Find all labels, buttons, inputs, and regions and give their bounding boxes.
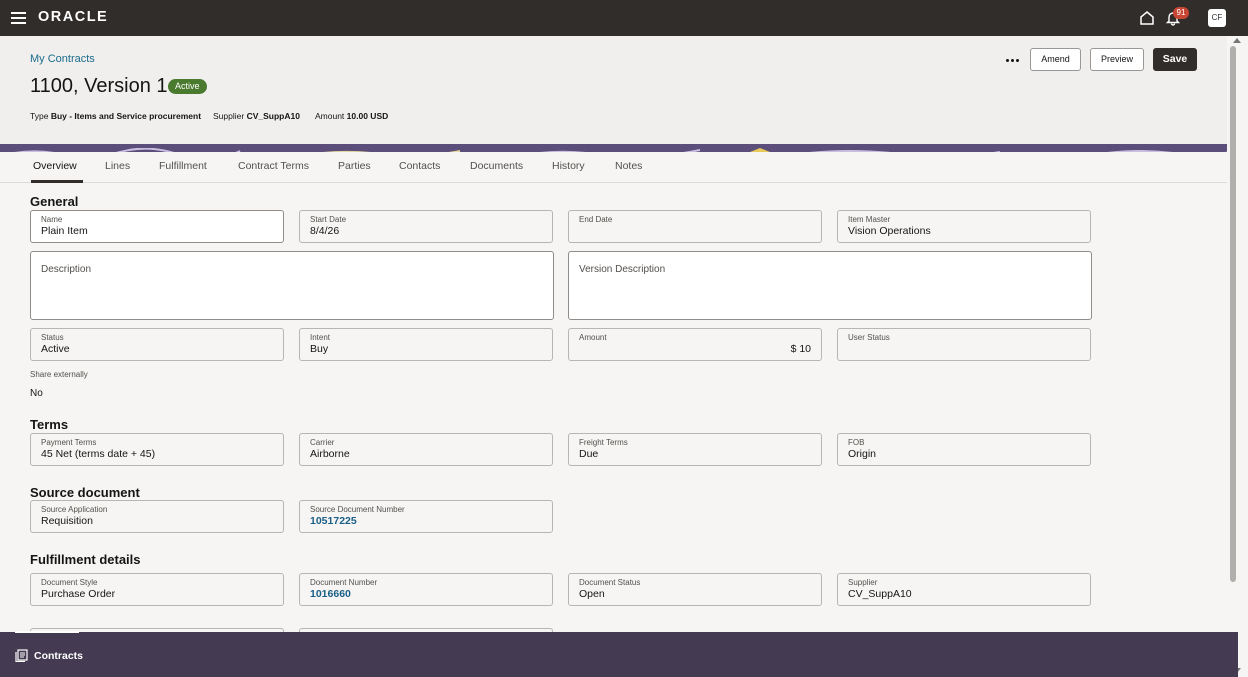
document-style-label: Document Style <box>41 578 98 587</box>
fob-field: FOB Origin <box>837 433 1091 466</box>
end-date-field: End Date <box>568 210 822 243</box>
name-label: Name <box>41 215 63 224</box>
fob-value: Origin <box>848 448 877 460</box>
description-label: Description <box>41 264 92 275</box>
status-value: Active <box>41 343 70 355</box>
tab-overview[interactable]: Overview <box>33 160 77 172</box>
breadcrumb-my-contracts[interactable]: My Contracts <box>30 53 95 65</box>
page-header: My Contracts 1100, Version 1 Active Type… <box>0 36 1227 144</box>
description-textarea[interactable]: Description <box>30 251 554 320</box>
status-label: Status <box>41 333 64 342</box>
start-date-field: Start Date 8/4/26 <box>299 210 553 243</box>
section-source-document-title: Source document <box>30 485 140 500</box>
freight-terms-field: Freight Terms Due <box>568 433 822 466</box>
save-button[interactable]: Save <box>1153 48 1197 71</box>
document-number-link[interactable]: 1016660 <box>310 588 351 600</box>
item-master-value: Vision Operations <box>848 225 931 237</box>
carrier-field: Carrier Airborne <box>299 433 553 466</box>
decorative-banner <box>0 144 1227 152</box>
amount-label: Amount <box>579 333 607 342</box>
intent-field: Intent Buy <box>299 328 553 361</box>
home-icon[interactable] <box>1139 10 1155 26</box>
payment-terms-field: Payment Terms 45 Net (terms date + 45) <box>30 433 284 466</box>
start-date-label: Start Date <box>310 215 347 224</box>
source-application-label: Source Application <box>41 505 108 514</box>
document-style-value: Purchase Order <box>41 588 116 600</box>
dock-tab-indicator <box>15 631 79 633</box>
payment-terms-value: 45 Net (terms date + 45) <box>41 448 156 460</box>
document-number-field: Document Number 1016660 <box>299 573 553 606</box>
user-status-label: User Status <box>848 333 890 342</box>
tab-lines[interactable]: Lines <box>105 160 130 172</box>
tab-contacts[interactable]: Contacts <box>399 160 440 172</box>
source-document-number-label: Source Document Number <box>310 505 405 514</box>
meta-supplier: Supplier CV_SuppA10 <box>213 111 300 121</box>
fulfillment-supplier-label: Supplier <box>848 578 878 587</box>
share-externally-label: Share externally <box>30 370 88 379</box>
document-status-field: Document Status Open <box>568 573 822 606</box>
tab-notes[interactable]: Notes <box>615 160 642 172</box>
section-terms-title: Terms <box>30 417 69 432</box>
meta-amount: Amount 10.00 USD <box>315 111 389 121</box>
dock-contracts-label[interactable]: Contracts <box>34 650 83 662</box>
tab-parties[interactable]: Parties <box>338 160 371 172</box>
tab-bar: Overview Lines Fulfillment Contract Term… <box>0 152 1227 183</box>
version-description-textarea[interactable]: Version Description <box>568 251 1092 320</box>
source-document-number-link[interactable]: 10517225 <box>310 515 357 527</box>
scroll-up-icon[interactable] <box>1233 38 1241 43</box>
amount-value: $ 10 <box>790 343 811 355</box>
meta-type: Type Buy - Items and Service procurement <box>30 111 202 121</box>
tab-contract-terms[interactable]: Contract Terms <box>238 160 309 172</box>
intent-value: Buy <box>310 343 329 355</box>
user-avatar[interactable]: CF <box>1208 9 1226 27</box>
document-number-label: Document Number <box>310 578 378 587</box>
version-description-label: Version Description <box>579 264 666 275</box>
payment-terms-label: Payment Terms <box>41 438 97 447</box>
document-style-field: Document Style Purchase Order <box>30 573 284 606</box>
amount-field: Amount $ 10 <box>568 328 822 361</box>
status-field: Status Active <box>30 328 284 361</box>
menu-icon[interactable] <box>11 12 26 24</box>
tab-history[interactable]: History <box>552 160 585 172</box>
carrier-value: Airborne <box>310 448 350 460</box>
scroll-thumb[interactable] <box>1230 46 1236 582</box>
document-status-value: Open <box>579 588 605 600</box>
item-master-field: Item Master Vision Operations <box>837 210 1091 243</box>
more-actions-icon[interactable] <box>1004 53 1022 67</box>
fob-label: FOB <box>848 438 865 447</box>
bottom-dock <box>0 632 1238 677</box>
end-date-label: End Date <box>579 215 613 224</box>
amend-button[interactable]: Amend <box>1030 48 1081 71</box>
notification-badge: 91 <box>1173 7 1189 19</box>
document-status-label: Document Status <box>579 578 641 587</box>
start-date-value: 8/4/26 <box>310 225 340 237</box>
name-value: Plain Item <box>41 225 88 237</box>
status-badge: Active <box>168 79 207 94</box>
preview-button[interactable]: Preview <box>1090 48 1144 71</box>
section-general-title: General <box>30 194 79 209</box>
page-title: 1100, Version 1 <box>30 75 168 97</box>
carrier-label: Carrier <box>310 438 335 447</box>
active-tab-indicator <box>31 180 83 183</box>
source-application-value: Requisition <box>41 515 93 527</box>
intent-label: Intent <box>310 333 331 342</box>
section-fulfillment-title: Fulfillment details <box>30 552 141 567</box>
freight-terms-value: Due <box>579 448 599 460</box>
tab-documents[interactable]: Documents <box>470 160 523 172</box>
fulfillment-supplier-value: CV_SuppA10 <box>848 588 912 600</box>
fulfillment-supplier-field: Supplier CV_SuppA10 <box>837 573 1091 606</box>
source-document-number-field: Source Document Number 10517225 <box>299 500 553 533</box>
share-externally-value: No <box>30 388 43 399</box>
source-application-field: Source Application Requisition <box>30 500 284 533</box>
global-header: ORACLE 91 CF <box>0 0 1248 36</box>
vertical-scrollbar[interactable] <box>1227 36 1248 677</box>
user-status-field: User Status <box>837 328 1091 361</box>
item-master-label: Item Master <box>848 215 891 224</box>
contracts-icon[interactable] <box>15 649 28 662</box>
name-field[interactable]: Name Plain Item <box>30 210 284 243</box>
freight-terms-label: Freight Terms <box>579 438 628 447</box>
oracle-logo[interactable]: ORACLE <box>38 9 108 25</box>
tab-fulfillment[interactable]: Fulfillment <box>159 160 207 172</box>
